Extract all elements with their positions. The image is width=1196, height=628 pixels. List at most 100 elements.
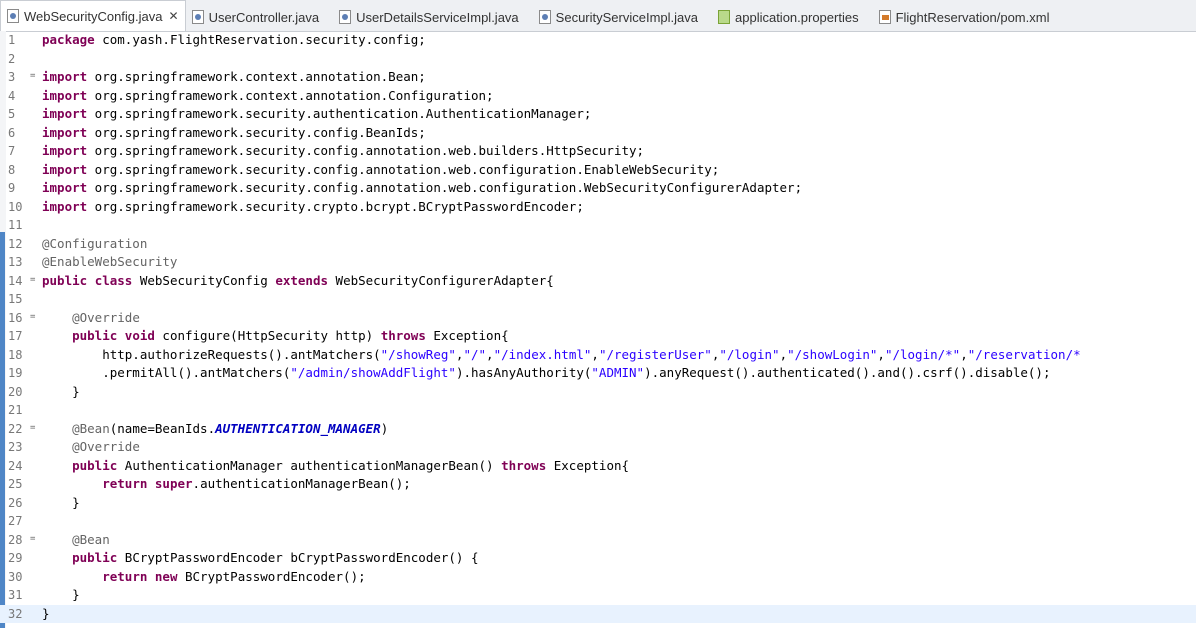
code-line[interactable]: 11 [0, 216, 1196, 235]
code-line[interactable]: 32} [0, 604, 1196, 624]
code-token: .permitAll().antMatchers( [42, 365, 291, 380]
code-line[interactable]: 24 public AuthenticationManager authenti… [0, 457, 1196, 476]
code-token: com.yash.FlightReservation.security.conf… [102, 32, 426, 47]
keyword-token: super [154, 476, 193, 491]
fold-toggle-icon[interactable]: = [30, 312, 35, 322]
line-number: 8 [8, 162, 16, 177]
code-token: ) [380, 420, 389, 436]
tab-flightreservation-pom-xml[interactable]: FlightReservation/pom.xml [873, 3, 1064, 31]
annotation-token: @Configuration [42, 235, 148, 251]
code-line[interactable]: 9 import org.springframework.security.con… [0, 179, 1196, 198]
code-line[interactable]: 23 @Override [0, 438, 1196, 457]
tab-securityserviceimpl-java[interactable]: SecurityServiceImpl.java [533, 3, 712, 31]
line-number: 7 [8, 144, 16, 158]
code-token: AuthenticationManager authenticationMana… [117, 457, 502, 473]
code-line[interactable]: 17 public void configure(HttpSecurity ht… [0, 327, 1196, 346]
fold-toggle-icon[interactable]: = [30, 534, 35, 544]
keyword-token: return [102, 568, 148, 584]
fold-toggle-icon[interactable]: = [30, 275, 35, 285]
code-line[interactable]: 30 return new BCryptPasswordEncoder(); [0, 568, 1196, 587]
code-line[interactable]: 1 package com.yash.FlightReservation.secu… [0, 31, 1196, 50]
code-text: import org.springframework.security.conf… [42, 142, 644, 161]
annotation-token: @Override [72, 439, 140, 454]
line-number: 5 [8, 107, 16, 121]
line-number: 3 [8, 70, 16, 84]
tab-websecurityconfig-java[interactable]: WebSecurityConfig.java ✕ [0, 0, 186, 31]
code-token: Exception{ [546, 457, 630, 473]
keyword-token: import [42, 124, 88, 140]
string-token: "ADMIN" [591, 365, 645, 380]
java-file-icon [538, 10, 551, 24]
code-token: org.springframework.security.config.anno… [87, 143, 645, 158]
code-line[interactable]: 5 import org.springframework.security.aut… [0, 105, 1196, 124]
code-line[interactable]: 12 @Configuration [0, 235, 1196, 254]
code-line[interactable]: 13 @EnableWebSecurity [0, 253, 1196, 272]
tab-label: WebSecurityConfig.java [24, 8, 163, 24]
line-number: 14 [8, 273, 23, 288]
tab-application-properties[interactable]: application.properties [712, 3, 873, 31]
tab-label: SecurityServiceImpl.java [555, 9, 698, 25]
code-line[interactable]: 18 http.authorizeRequests().antMatchers(… [0, 346, 1196, 365]
code-text: import org.springframework.security.cryp… [42, 198, 584, 217]
code-line[interactable]: 2 [0, 50, 1196, 69]
code-text: import org.springframework.context.annot… [42, 68, 426, 87]
code-token: } [42, 587, 80, 602]
code-line[interactable]: 4 import org.springframework.context.anno… [0, 87, 1196, 106]
code-text: public class WebSecurityConfig extends W… [42, 272, 554, 291]
close-icon[interactable]: ✕ [169, 9, 179, 23]
annotation-token: @Bean [72, 531, 110, 547]
code-line[interactable]: 14 = public class WebSecurityConfig extend… [0, 272, 1196, 291]
code-text: } [42, 383, 80, 402]
code-line[interactable]: 27 [0, 512, 1196, 531]
code-line[interactable]: 22 = @Bean(name=BeanIds.AUTHENTICATION_MA… [0, 420, 1196, 439]
code-editor[interactable]: 1 package com.yash.FlightReservation.secu… [0, 31, 1196, 628]
code-line[interactable]: 20 } [0, 383, 1196, 402]
code-text: @Override [42, 309, 140, 328]
code-line[interactable]: 6 import org.springframework.security.con… [0, 124, 1196, 143]
code-text: import org.springframework.security.conf… [42, 179, 802, 198]
tab-usercontroller-java[interactable]: UserController.java [186, 3, 334, 31]
code-line[interactable]: 7 import org.springframework.security.con… [0, 142, 1196, 161]
code-line[interactable]: 3 = import org.springframework.context.ann… [0, 68, 1196, 87]
code-line[interactable]: 25 return super.authenticationManagerBea… [0, 475, 1196, 494]
code-line[interactable]: 31 } [0, 586, 1196, 605]
code-text: @Override [42, 438, 140, 457]
keyword-token: import [42, 161, 88, 177]
code-line[interactable]: 26 } [0, 494, 1196, 513]
code-line[interactable]: 28 = @Bean [0, 531, 1196, 550]
annotation-token: @EnableWebSecurity [42, 254, 178, 269]
code-line[interactable]: 15 [0, 290, 1196, 309]
code-token: org.springframework.security.crypto.bcry… [87, 198, 584, 214]
java-file-icon [7, 9, 19, 23]
line-number: 12 [8, 236, 23, 251]
string-token: "/showReg" [380, 346, 456, 362]
line-number: 16 [8, 310, 23, 325]
tab-userdetailsserviceimpl-java[interactable]: UserDetailsServiceImpl.java [333, 3, 533, 31]
code-line[interactable]: 21 [0, 401, 1196, 420]
code-line[interactable]: 8 import org.springframework.security.con… [0, 161, 1196, 180]
code-line[interactable]: 10 import org.springframework.security.cr… [0, 198, 1196, 217]
code-token: WebSecurityConfig [132, 272, 276, 288]
string-token: "/" [463, 346, 487, 362]
code-line[interactable]: 19 .permitAll().antMatchers("/admin/show… [0, 364, 1196, 383]
line-number: 30 [8, 569, 23, 584]
fold-toggle-icon[interactable]: = [30, 423, 35, 433]
keyword-token: public [72, 457, 118, 473]
code-text: } [42, 605, 50, 624]
fold-toggle-icon[interactable]: = [30, 71, 35, 81]
code-line[interactable]: 29 public BCryptPasswordEncoder bCryptPa… [0, 549, 1196, 568]
code-line[interactable]: 16 = @Override [0, 309, 1196, 328]
code-text: @Bean(name=BeanIds.AUTHENTICATION_MANAGE… [42, 420, 388, 439]
code-token: configure(HttpSecurity http) [154, 328, 381, 343]
annotation-token: @Bean [72, 420, 110, 436]
line-number: 27 [8, 514, 23, 528]
keyword-token: import [42, 69, 88, 84]
code-token: } [42, 605, 50, 621]
